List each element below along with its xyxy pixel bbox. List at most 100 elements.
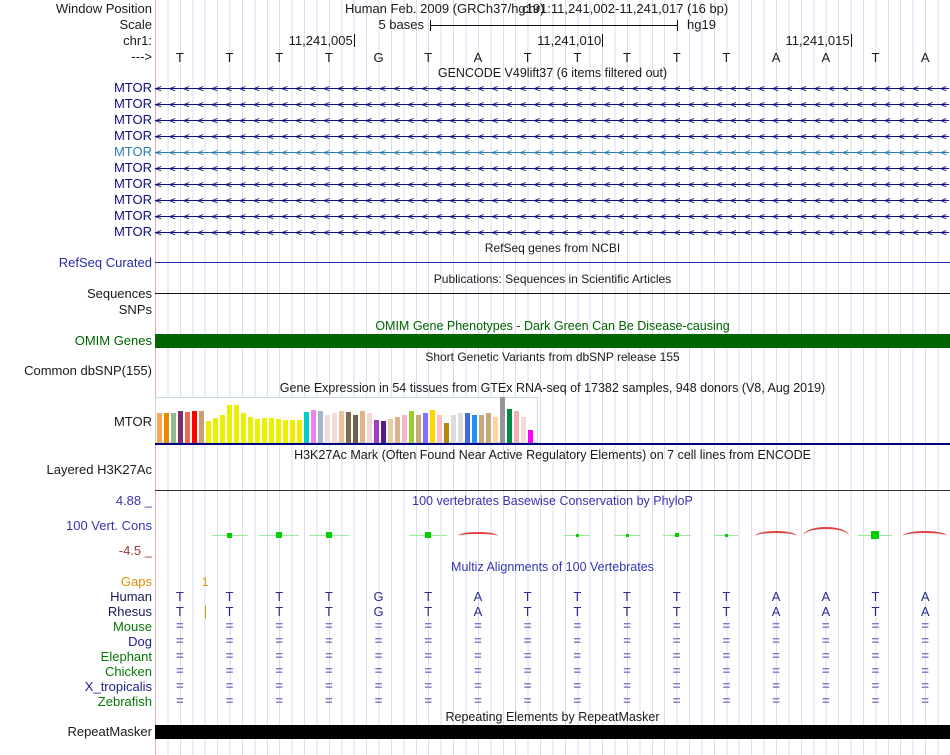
alignment-same-mark[interactable]: = — [620, 663, 634, 679]
species-label[interactable]: Mouse — [0, 619, 152, 635]
gtex-expression-bar[interactable] — [269, 418, 274, 443]
snps-label[interactable]: SNPs — [0, 302, 152, 318]
gene-label[interactable]: MTOR — [0, 128, 152, 144]
gtex-expression-bar[interactable] — [346, 412, 351, 443]
alignment-same-mark[interactable]: = — [670, 633, 684, 649]
gtex-expression-bar[interactable] — [409, 411, 414, 443]
phylop-positive-peak[interactable] — [575, 533, 579, 537]
repeatmasker-label[interactable]: RepeatMasker — [0, 724, 152, 740]
gtex-expression-bar[interactable] — [185, 412, 190, 443]
gtex-expression-bar[interactable] — [521, 417, 526, 443]
gene-transcript[interactable]: <<<<<<<<<<<<<<<<<<<<<<<<<<<<<<<<<<<<<<<<… — [155, 83, 949, 94]
gene-label[interactable]: MTOR — [0, 144, 152, 160]
alignment-base[interactable]: G — [372, 589, 386, 605]
alignment-same-mark[interactable]: = — [819, 663, 833, 679]
phylop-negative-mark[interactable] — [755, 531, 798, 536]
alignment-same-mark[interactable]: = — [918, 663, 932, 679]
alignment-same-mark[interactable]: = — [223, 693, 237, 709]
phylop-positive-peak[interactable] — [724, 533, 728, 537]
alignment-same-mark[interactable]: = — [272, 663, 286, 679]
alignment-same-mark[interactable]: = — [372, 618, 386, 634]
alignment-same-mark[interactable]: = — [421, 678, 435, 694]
alignment-same-mark[interactable]: = — [322, 663, 336, 679]
alignment-base[interactable]: T — [223, 589, 237, 605]
alignment-same-mark[interactable]: = — [372, 663, 386, 679]
alignment-same-mark[interactable]: = — [868, 648, 882, 664]
alignment-base[interactable]: T — [521, 589, 535, 605]
gtex-gene-label[interactable]: MTOR — [0, 414, 152, 430]
gtex-expression-bar[interactable] — [402, 415, 407, 443]
alignment-same-mark[interactable]: = — [918, 633, 932, 649]
gtex-expression-bar[interactable] — [234, 405, 239, 443]
alignment-same-mark[interactable]: = — [272, 618, 286, 634]
gene-transcript[interactable]: <<<<<<<<<<<<<<<<<<<<<<<<<<<<<<<<<<<<<<<<… — [155, 211, 949, 222]
gtex-expression-bar[interactable] — [423, 413, 428, 443]
alignment-same-mark[interactable]: = — [272, 693, 286, 709]
alignment-same-mark[interactable]: = — [521, 663, 535, 679]
alignment-same-mark[interactable]: = — [372, 648, 386, 664]
alignment-same-mark[interactable]: = — [173, 618, 187, 634]
species-label[interactable]: Zebrafish — [0, 694, 152, 710]
gtex-expression-bar[interactable] — [290, 420, 295, 443]
gtex-expression-bar[interactable] — [458, 413, 463, 443]
alignment-same-mark[interactable]: = — [918, 678, 932, 694]
alignment-same-mark[interactable]: = — [421, 693, 435, 709]
alignment-same-mark[interactable]: = — [670, 678, 684, 694]
gtex-expression-bar[interactable] — [304, 412, 309, 443]
gtex-expression-bar[interactable] — [374, 420, 379, 443]
gtex-expression-bar[interactable] — [178, 411, 183, 443]
gene-transcript[interactable]: <<<<<<<<<<<<<<<<<<<<<<<<<<<<<<<<<<<<<<<<… — [155, 195, 949, 206]
gtex-expression-bar[interactable] — [325, 415, 330, 443]
alignment-base[interactable]: T — [620, 589, 634, 605]
phylop-positive-peak[interactable] — [425, 532, 432, 538]
phylop-negative-mark[interactable] — [457, 532, 498, 536]
gtex-expression-bar[interactable] — [206, 421, 211, 443]
phylop-positive-peak[interactable] — [871, 531, 880, 539]
gtex-expression-bar[interactable] — [262, 418, 267, 443]
alignment-same-mark[interactable]: = — [719, 663, 733, 679]
gtex-expression-bar[interactable] — [472, 415, 477, 443]
alignment-same-mark[interactable]: = — [223, 648, 237, 664]
sequences-track[interactable] — [155, 293, 950, 294]
gtex-expression-bar[interactable] — [276, 419, 281, 443]
gtex-expression-bar[interactable] — [493, 417, 498, 443]
alignment-base[interactable]: T — [173, 589, 187, 605]
gene-transcript[interactable]: <<<<<<<<<<<<<<<<<<<<<<<<<<<<<<<<<<<<<<<<… — [155, 227, 949, 238]
alignment-same-mark[interactable]: = — [372, 633, 386, 649]
vert-cons-label[interactable]: 100 Vert. Cons — [0, 518, 152, 534]
gtex-expression-bar[interactable] — [297, 420, 302, 443]
alignment-same-mark[interactable]: = — [173, 678, 187, 694]
omim-genes-track[interactable] — [155, 334, 950, 348]
alignment-same-mark[interactable]: = — [819, 618, 833, 634]
alignment-same-mark[interactable]: = — [918, 693, 932, 709]
gene-transcript[interactable]: <<<<<<<<<<<<<<<<<<<<<<<<<<<<<<<<<<<<<<<<… — [155, 131, 949, 142]
layered-h3k27ac-label[interactable]: Layered H3K27Ac — [0, 462, 152, 478]
gene-label[interactable]: MTOR — [0, 208, 152, 224]
gtex-expression-bar[interactable] — [479, 415, 484, 443]
alignment-same-mark[interactable]: = — [819, 693, 833, 709]
gene-label[interactable]: MTOR — [0, 176, 152, 192]
alignment-same-mark[interactable]: = — [670, 648, 684, 664]
alignment-same-mark[interactable]: = — [670, 663, 684, 679]
gtex-expression-bar[interactable] — [528, 430, 533, 443]
alignment-base[interactable]: T — [719, 589, 733, 605]
gtex-expression-bar[interactable] — [241, 413, 246, 443]
refseq-curated-label[interactable]: RefSeq Curated — [0, 255, 152, 271]
alignment-same-mark[interactable]: = — [918, 618, 932, 634]
gtex-expression-bar[interactable] — [381, 421, 386, 443]
alignment-same-mark[interactable]: = — [521, 693, 535, 709]
alignment-same-mark[interactable]: = — [471, 648, 485, 664]
gtex-expression-bar[interactable] — [367, 413, 372, 443]
alignment-same-mark[interactable]: = — [769, 693, 783, 709]
gtex-expression-bar[interactable] — [157, 413, 162, 443]
gene-transcript[interactable]: <<<<<<<<<<<<<<<<<<<<<<<<<<<<<<<<<<<<<<<<… — [155, 147, 949, 158]
gene-transcript[interactable]: <<<<<<<<<<<<<<<<<<<<<<<<<<<<<<<<<<<<<<<<… — [155, 179, 949, 190]
refseq-curated-track[interactable] — [155, 262, 950, 263]
alignment-same-mark[interactable]: = — [719, 618, 733, 634]
gtex-expression-bar[interactable] — [514, 411, 519, 443]
omim-genes-label[interactable]: OMIM Genes — [0, 333, 152, 349]
alignment-same-mark[interactable]: = — [173, 693, 187, 709]
gtex-expression-bar[interactable] — [164, 413, 169, 443]
gene-label[interactable]: MTOR — [0, 160, 152, 176]
alignment-same-mark[interactable]: = — [173, 648, 187, 664]
